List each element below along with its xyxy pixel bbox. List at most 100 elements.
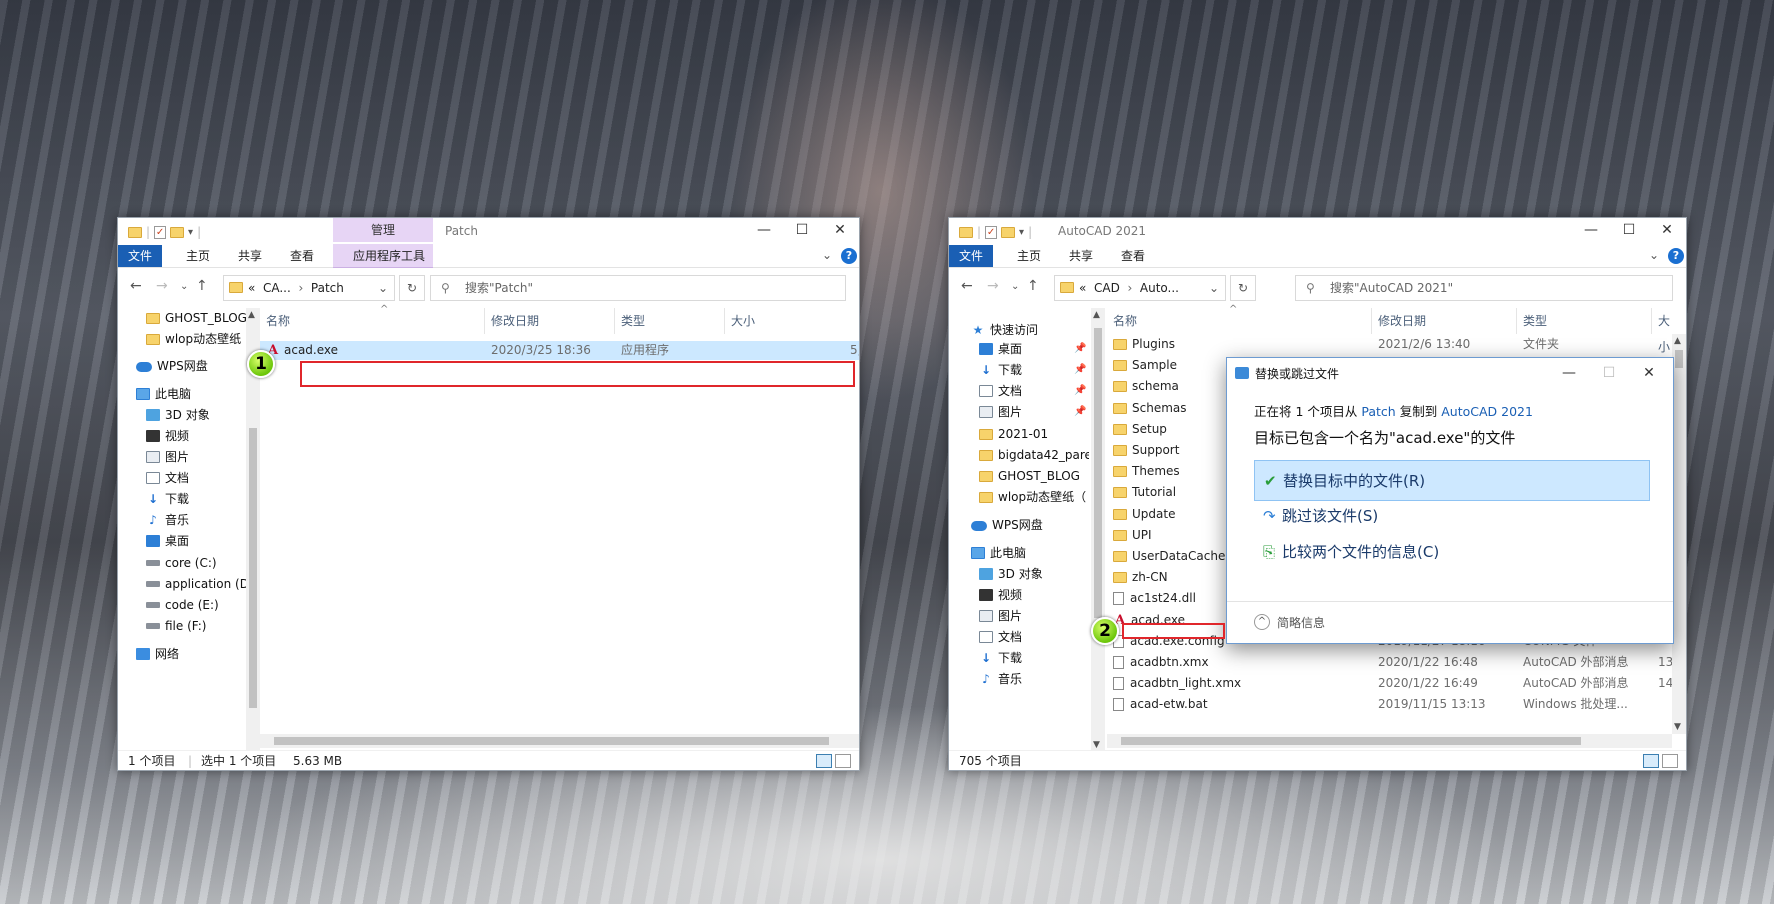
column-name[interactable]: 名称 (1107, 308, 1372, 334)
nav-item[interactable]: ↓ 下载 (979, 648, 1022, 668)
nav-item[interactable]: 此电脑 (136, 384, 191, 404)
breadcrumb-cad[interactable]: CAD (1094, 281, 1120, 295)
nav-item[interactable]: 网络 (136, 644, 179, 664)
chevron-down-icon[interactable]: ⌄ (378, 276, 388, 300)
nav-item[interactable]: 文档 (146, 468, 189, 488)
details-view-button[interactable] (1643, 754, 1659, 768)
nav-scrollbar[interactable]: ▲ ▼ (1091, 308, 1105, 752)
address-bar[interactable]: « CAD › Auto... ⌄ (1054, 275, 1226, 301)
tab-manage-group[interactable]: 管理 (333, 218, 433, 242)
file-row[interactable]: acadbtn_light.xmx 2020/1/22 16:49 AutoCAD … (1107, 674, 1673, 693)
destination-folder-link[interactable]: AutoCAD 2021 (1441, 404, 1533, 419)
file-row[interactable]: acad-etw.bat 2019/11/15 13:13 Windows 批处理.… (1107, 695, 1672, 714)
large-icons-view-button[interactable] (1662, 754, 1678, 768)
chevron-down-icon[interactable]: ⌄ (1649, 248, 1659, 262)
close-button[interactable]: ✕ (1647, 218, 1686, 244)
maximize-button[interactable]: ☐ (782, 218, 822, 244)
forward-arrow-icon[interactable]: → (156, 278, 168, 294)
close-button[interactable]: ✕ (820, 218, 859, 244)
up-arrow-icon[interactable]: ↑ (1027, 278, 1039, 294)
nav-item[interactable]: WPS网盘 (971, 515, 1043, 535)
large-icons-view-button[interactable] (835, 754, 851, 768)
address-bar[interactable]: « CA... › Patch ⌄ (223, 275, 395, 301)
back-arrow-icon[interactable]: ← (961, 278, 973, 294)
nav-item[interactable]: 视频 (146, 426, 189, 446)
customize-toolbar-icon[interactable]: ▾ (188, 227, 193, 238)
nav-item[interactable]: ♪ 音乐 (146, 510, 189, 530)
up-arrow-icon[interactable]: ↑ (196, 278, 208, 294)
nav-item[interactable]: 视频 (979, 585, 1022, 605)
nav-item[interactable]: 桌面 (146, 531, 189, 551)
column-date[interactable]: 修改日期 (485, 308, 615, 334)
file-list-scrollbar[interactable]: ▲ ▼ (1672, 334, 1686, 734)
recent-locations-icon[interactable]: ⌄ (1011, 281, 1019, 292)
minimize-button[interactable]: — (744, 218, 784, 244)
pin-icon[interactable]: 📌 (1074, 385, 1086, 396)
column-type[interactable]: 类型 (1517, 308, 1652, 334)
pin-icon[interactable]: 📌 (1074, 364, 1086, 375)
search-input[interactable]: ⚲ 搜索"AutoCAD 2021" (1295, 275, 1673, 301)
nav-item[interactable]: 3D 对象 (979, 564, 1043, 584)
tab-share[interactable]: 共享 (228, 245, 272, 267)
skip-option[interactable]: ↷ 跳过该文件(S) (1254, 496, 1650, 537)
nav-item[interactable]: file (F:) (146, 616, 206, 636)
nav-item[interactable]: 图片 (979, 402, 1022, 422)
nav-item[interactable]: ↓ 下载 (146, 489, 189, 509)
file-row[interactable]: acadbtn.xmx 2020/1/22 16:48 AutoCAD 外部消息 13 (1107, 653, 1673, 672)
tab-application-tools[interactable]: 应用程序工具 (343, 245, 435, 267)
tab-view[interactable]: 查看 (1111, 245, 1155, 267)
new-folder-icon[interactable] (170, 226, 185, 238)
nav-item[interactable]: GHOST_BLOG (979, 466, 1080, 486)
close-button[interactable]: ✕ (1629, 360, 1669, 386)
breadcrumb-patch[interactable]: Patch (311, 281, 344, 295)
nav-item[interactable]: wlop动态壁纸 (146, 329, 241, 349)
tab-view[interactable]: 查看 (280, 245, 324, 267)
back-arrow-icon[interactable]: ← (130, 278, 142, 294)
file-row-acad-exe[interactable]: Aacad.exe 2020/3/25 18:36 应用程序 5,776 (260, 341, 859, 360)
properties-icon[interactable]: ✓ (154, 225, 167, 239)
pin-icon[interactable]: 📌 (1074, 343, 1086, 354)
nav-item[interactable]: 2021-01 (979, 424, 1048, 444)
nav-item[interactable]: wlop动态壁纸（ (979, 487, 1086, 507)
maximize-button[interactable]: ☐ (1609, 218, 1649, 244)
nav-item[interactable]: ↓ 下载 (979, 360, 1022, 380)
tab-home[interactable]: 主页 (176, 245, 220, 267)
column-name[interactable]: 名称 (260, 308, 485, 334)
breadcrumb-ca[interactable]: CA... (263, 281, 291, 295)
nav-item[interactable]: core (C:) (146, 553, 217, 573)
refresh-button[interactable]: ↻ (1230, 275, 1256, 301)
minimize-button[interactable]: — (1549, 360, 1589, 386)
nav-item[interactable]: code (E:) (146, 595, 219, 615)
help-icon[interactable]: ? (1668, 248, 1684, 264)
nav-item[interactable]: 文档 (979, 381, 1022, 401)
forward-arrow-icon[interactable]: → (987, 278, 999, 294)
column-size[interactable]: 大小 (1652, 308, 1672, 354)
nav-item[interactable]: 图片 (979, 606, 1022, 626)
folder-icon[interactable] (959, 226, 973, 238)
folder-icon[interactable] (128, 226, 142, 238)
column-type[interactable]: 类型 (615, 308, 725, 334)
chevron-down-icon[interactable]: ⌄ (822, 248, 832, 262)
nav-item[interactable]: ♪ 音乐 (979, 669, 1022, 689)
compare-option[interactable]: ⎘ 比较两个文件的信息(C) (1254, 532, 1650, 573)
nav-item[interactable]: 3D 对象 (146, 405, 210, 425)
help-icon[interactable]: ? (841, 248, 857, 264)
tab-home[interactable]: 主页 (1007, 245, 1051, 267)
tab-share[interactable]: 共享 (1059, 245, 1103, 267)
nav-item[interactable]: bigdata42_parent (979, 445, 1089, 465)
column-size[interactable]: 大小 (725, 308, 859, 334)
customize-toolbar-icon[interactable]: ▾ (1019, 227, 1024, 238)
fewer-details-link[interactable]: 简略信息 (1277, 614, 1325, 631)
file-row[interactable]: Plugins 2021/2/6 13:40 文件夹 (1107, 335, 1672, 354)
refresh-button[interactable]: ↻ (399, 275, 425, 301)
breadcrumb-autocad[interactable]: Auto... (1140, 281, 1179, 295)
search-input[interactable]: ⚲ 搜索"Patch" (430, 275, 846, 301)
chevron-up-icon[interactable]: ^ (1254, 614, 1270, 630)
nav-item[interactable]: GHOST_BLOG (146, 308, 247, 328)
source-folder-link[interactable]: Patch (1361, 404, 1395, 419)
replace-option[interactable]: ✔ 替换目标中的文件(R) (1254, 460, 1650, 501)
tab-file[interactable]: 文件 (949, 245, 994, 267)
minimize-button[interactable]: — (1571, 218, 1611, 244)
tab-file[interactable]: 文件 (118, 245, 163, 267)
maximize-button[interactable]: ☐ (1589, 360, 1629, 386)
